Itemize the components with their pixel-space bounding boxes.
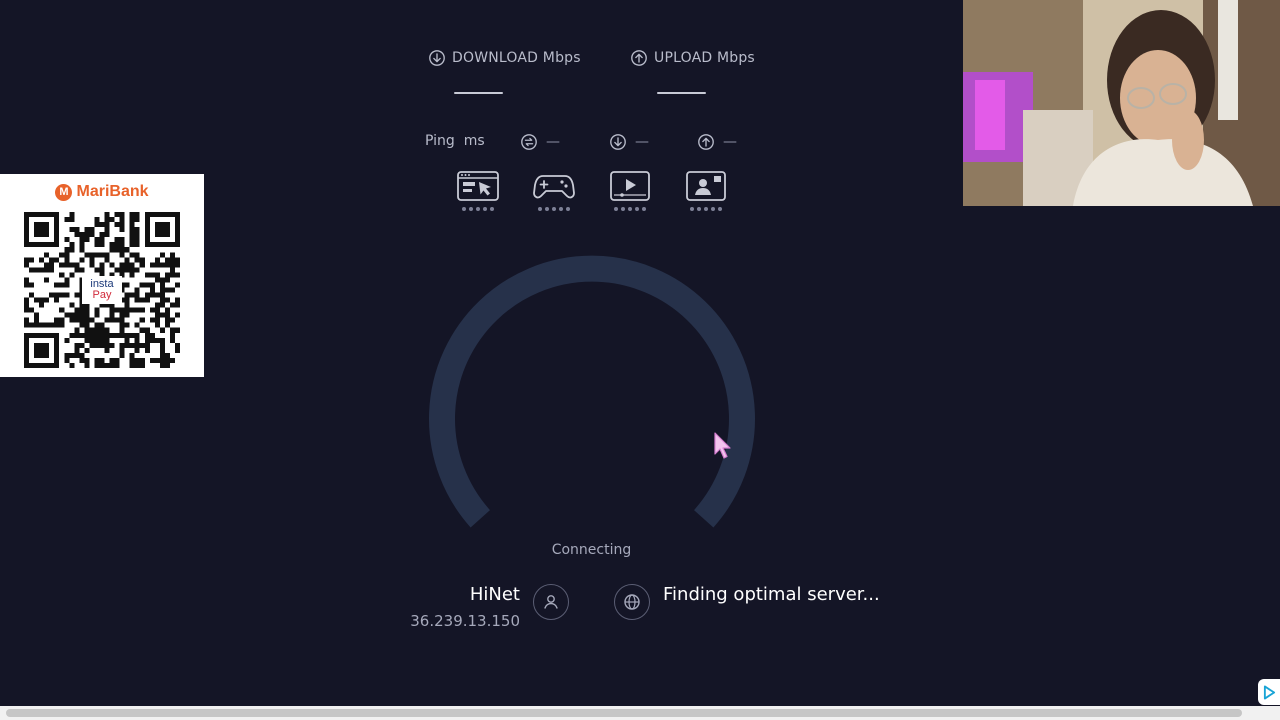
play-triangle-icon: [1263, 685, 1275, 699]
instapay-badge-line2: Pay: [92, 289, 112, 301]
ping-idle: —: [520, 133, 560, 151]
video-call-rating: [690, 207, 722, 211]
video-streaming-icon: [610, 171, 650, 201]
isp-ip-address: 36.239.13.150: [410, 612, 520, 630]
ping-idle-value: —: [546, 134, 560, 150]
web-browsing-rating: [462, 207, 494, 211]
webcam-overlay: [963, 0, 1280, 206]
activity-video-streaming[interactable]: [609, 170, 651, 211]
horizontal-scrollbar[interactable]: [0, 706, 1280, 720]
scrollbar-thumb[interactable]: [6, 709, 1242, 717]
provider-user-button[interactable]: [533, 584, 569, 620]
maribank-logo: M MariBank: [0, 183, 204, 201]
video-call-icon: [686, 171, 726, 201]
ping-upload: —: [697, 133, 737, 151]
ping-unit: ms: [463, 133, 485, 149]
user-icon: [544, 595, 558, 609]
mouse-cursor-icon: [714, 432, 731, 459]
ping-label: Ping: [425, 133, 455, 149]
gauge-track: [429, 255, 755, 528]
speed-gauge: [429, 255, 755, 528]
activity-web-browsing[interactable]: [457, 170, 499, 211]
web-browsing-icon: [457, 171, 499, 201]
ping-upload-icon: [698, 134, 714, 150]
maribank-logo-icon: M: [55, 183, 73, 201]
isp-name: HiNet: [469, 584, 520, 605]
upload-arrow-icon: [631, 50, 647, 66]
ping-label-group: Ping ms: [425, 133, 485, 149]
ping-idle-icon: [521, 134, 537, 150]
video-streaming-rating: [614, 207, 646, 211]
globe-icon: [624, 594, 640, 610]
maribank-brand-text: MariBank: [76, 183, 149, 200]
adchoices-icon[interactable]: [1258, 679, 1280, 705]
gaming-controller-icon: [533, 175, 575, 199]
server-status: Finding optimal server...: [663, 584, 880, 605]
ping-upload-value: —: [723, 134, 737, 150]
upload-label: UPLOAD Mbps: [654, 50, 755, 66]
instapay-badge: insta Pay: [82, 276, 122, 304]
connection-status: Connecting: [551, 542, 632, 558]
download-arrow-icon: [429, 50, 445, 66]
gaming-rating: [538, 207, 570, 211]
server-globe-button[interactable]: [614, 584, 650, 620]
download-value-placeholder: [454, 92, 503, 94]
download-metric-header: DOWNLOAD Mbps: [428, 49, 581, 67]
download-label: DOWNLOAD Mbps: [452, 50, 581, 66]
qr-payment-card: M MariBank insta Pay: [0, 174, 204, 377]
ping-download-value: —: [635, 134, 649, 150]
activity-video-call[interactable]: [685, 170, 727, 211]
upload-metric-header: UPLOAD Mbps: [630, 49, 755, 67]
upload-value-placeholder: [657, 92, 706, 94]
activity-gaming[interactable]: [533, 170, 575, 211]
ping-download-icon: [610, 134, 626, 150]
ping-download: —: [609, 133, 649, 151]
